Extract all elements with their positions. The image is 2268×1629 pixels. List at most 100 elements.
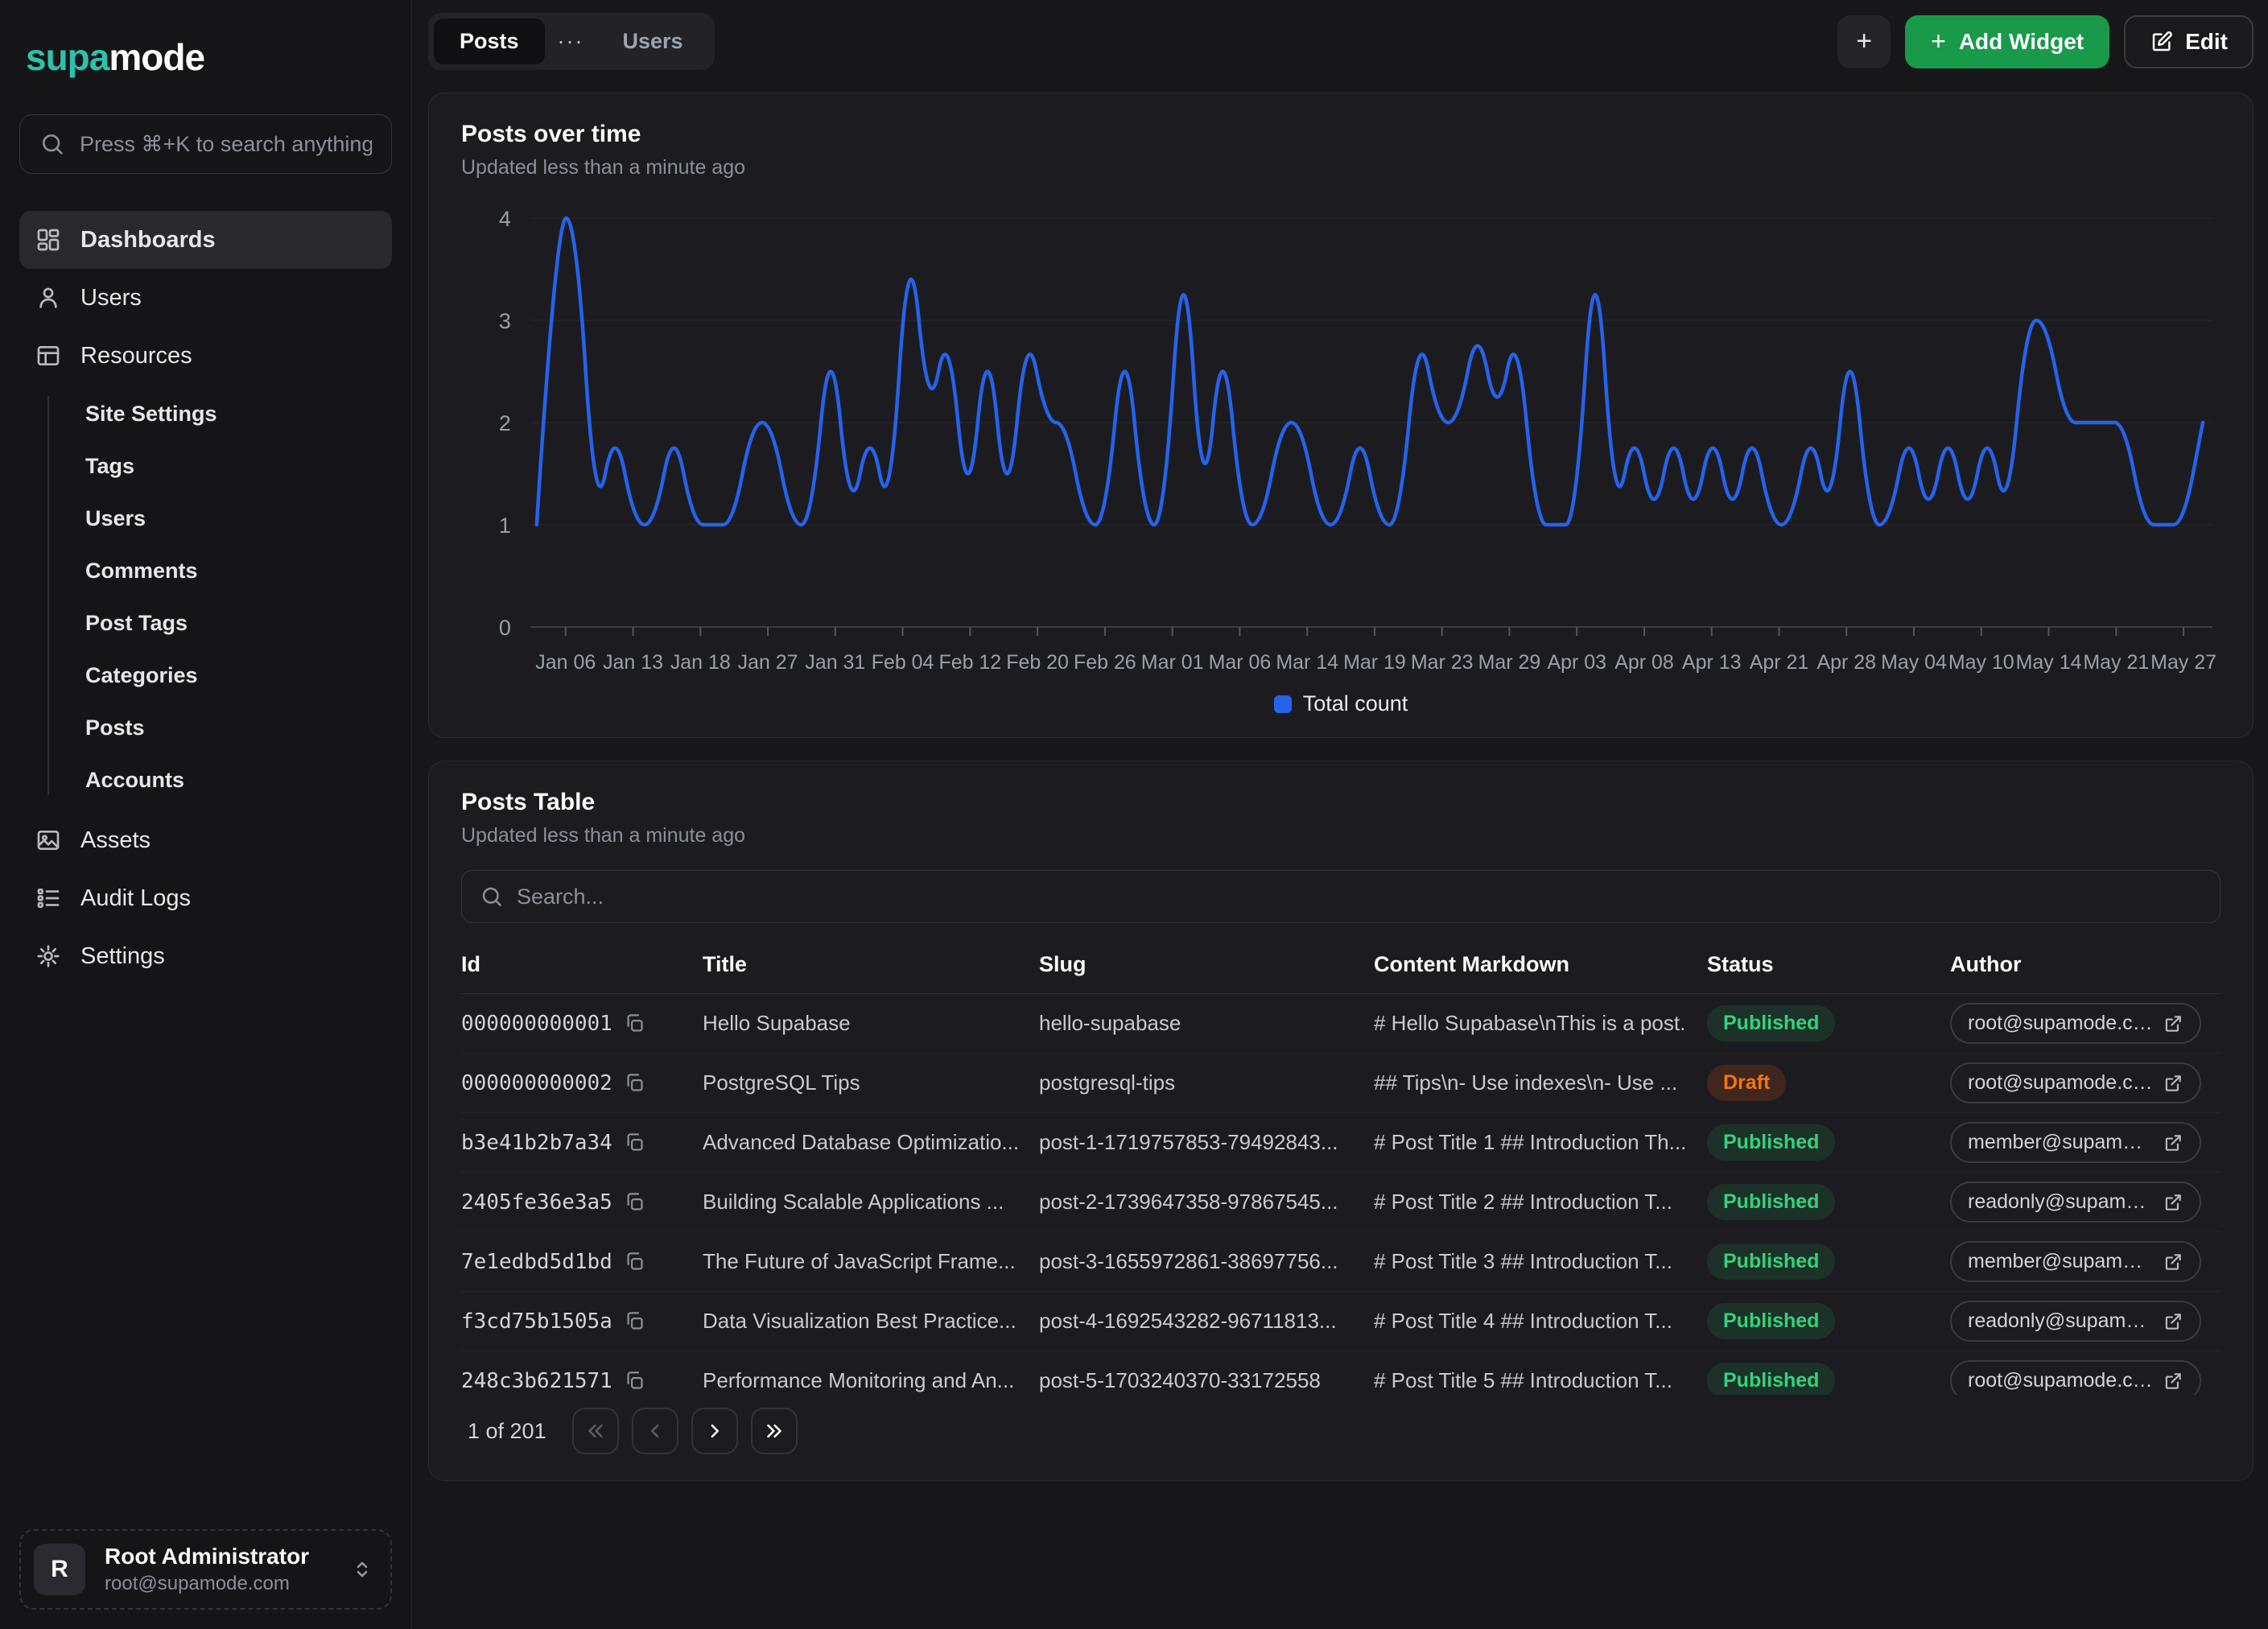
app-logo[interactable]: supamode	[26, 35, 392, 79]
author-link[interactable]: root@supamode.com	[1950, 1003, 2201, 1044]
table-row[interactable]: 2405fe36e3a5Building Scalable Applicatio…	[461, 1173, 2221, 1232]
chevron-right-icon	[703, 1419, 727, 1443]
post-slug: postgresql-tips	[1039, 1070, 1374, 1095]
table-row[interactable]: 000000000001Hello Supabasehello-supabase…	[461, 994, 2221, 1054]
post-status: Published	[1707, 1303, 1950, 1339]
svg-text:Apr 08: Apr 08	[1614, 651, 1674, 674]
column-header-author[interactable]: Author	[1950, 952, 2221, 977]
column-header-content[interactable]: Content Markdown	[1374, 952, 1707, 977]
post-status: Published	[1707, 1243, 1950, 1280]
status-badge: Published	[1707, 1363, 1835, 1395]
copy-icon[interactable]	[624, 1370, 645, 1392]
author-link[interactable]: readonly@supamode.com	[1950, 1301, 2201, 1342]
author-link[interactable]: readonly@supamode.com	[1950, 1182, 2201, 1223]
sidebar-item-assets[interactable]: Assets	[19, 811, 392, 869]
last-page-button[interactable]	[751, 1408, 798, 1454]
external-link-icon	[2163, 1252, 2183, 1272]
sidebar-item-dashboards[interactable]: Dashboards	[19, 211, 392, 269]
new-tab-button[interactable]: +	[1837, 15, 1891, 68]
copy-icon[interactable]	[624, 1191, 645, 1213]
dashboard-tabs: Posts ··· Users	[428, 13, 715, 70]
page-indicator: 1 of 201	[468, 1419, 546, 1444]
column-header-title[interactable]: Title	[703, 952, 1039, 977]
table-search[interactable]	[461, 870, 2221, 923]
sidebar-item-comments[interactable]: Comments	[19, 545, 392, 597]
prev-page-button[interactable]	[632, 1408, 678, 1454]
image-icon	[35, 827, 61, 853]
column-header-status[interactable]: Status	[1707, 952, 1950, 977]
copy-icon[interactable]	[624, 1012, 645, 1034]
copy-icon[interactable]	[624, 1310, 645, 1332]
svg-text:4: 4	[499, 207, 511, 231]
global-search[interactable]	[19, 114, 392, 174]
post-content: # Post Title 2 ## Introduction T...	[1374, 1190, 1707, 1215]
sidebar-item-audit-logs[interactable]: Audit Logs	[19, 869, 392, 927]
svg-text:Feb 04: Feb 04	[872, 651, 934, 674]
author-link[interactable]: root@supamode.com	[1950, 1360, 2201, 1395]
table-title: Posts Table	[461, 789, 2221, 816]
post-title: Data Visualization Best Practice...	[703, 1309, 1039, 1334]
table-icon	[35, 343, 61, 369]
post-id: f3cd75b1505a	[461, 1309, 703, 1334]
table-row[interactable]: 000000000002PostgreSQL Tipspostgresql-ti…	[461, 1054, 2221, 1113]
column-header-slug[interactable]: Slug	[1039, 952, 1374, 977]
avatar: R	[34, 1544, 85, 1595]
svg-text:Mar 14: Mar 14	[1276, 651, 1338, 674]
table-updated-status: Updated less than a minute ago	[461, 824, 2221, 847]
legend-swatch	[1274, 695, 1292, 713]
sidebar-item-site-settings[interactable]: Site Settings	[19, 388, 392, 440]
post-author: root@supamode.com	[1950, 1360, 2221, 1395]
add-widget-button[interactable]: + Add Widget	[1905, 15, 2109, 68]
sidebar-item-users[interactable]: Users	[19, 493, 392, 545]
svg-text:May 10: May 10	[1948, 651, 2014, 674]
edit-button[interactable]: Edit	[2124, 15, 2254, 68]
table-row[interactable]: 248c3b621571Performance Monitoring and A…	[461, 1351, 2221, 1395]
post-content: # Post Title 4 ## Introduction T...	[1374, 1309, 1707, 1334]
copy-icon[interactable]	[624, 1251, 645, 1272]
svg-text:0: 0	[499, 616, 511, 640]
svg-text:Jan 13: Jan 13	[603, 651, 663, 674]
chevrons-right-icon	[762, 1419, 786, 1443]
main-content: Posts ··· Users + + Add Widget Edit Post…	[412, 0, 2268, 1629]
sidebar-item-post-tags[interactable]: Post Tags	[19, 597, 392, 650]
chart-title: Posts over time	[461, 121, 2221, 148]
sidebar-item-users[interactable]: Users	[19, 269, 392, 327]
tab-more-menu[interactable]: ···	[545, 29, 597, 54]
sidebar-item-resources[interactable]: Resources	[19, 327, 392, 385]
author-link[interactable]: member@supamode.com	[1950, 1122, 2201, 1163]
tab-posts[interactable]: Posts	[434, 19, 545, 64]
sidebar-item-categories[interactable]: Categories	[19, 650, 392, 702]
svg-text:Apr 03: Apr 03	[1547, 651, 1606, 674]
sidebar-item-settings[interactable]: Settings	[19, 927, 392, 985]
table-search-input[interactable]	[517, 885, 2202, 909]
tab-users[interactable]: Users	[597, 19, 709, 64]
first-page-button[interactable]	[572, 1408, 619, 1454]
post-id: b3e41b2b7a34	[461, 1131, 703, 1155]
user-profile-menu[interactable]: R Root Administrator root@supamode.com	[19, 1529, 392, 1610]
legend-label: Total count	[1303, 691, 1408, 716]
next-page-button[interactable]	[691, 1408, 738, 1454]
copy-icon[interactable]	[624, 1132, 645, 1153]
dashboard-icon	[35, 227, 61, 253]
author-link[interactable]: member@supamode.com	[1950, 1241, 2201, 1282]
copy-icon[interactable]	[624, 1072, 645, 1094]
sidebar-item-tags[interactable]: Tags	[19, 440, 392, 493]
global-search-input[interactable]	[80, 132, 372, 157]
sidebar-item-posts[interactable]: Posts	[19, 702, 392, 754]
sidebar-item-accounts[interactable]: Accounts	[19, 754, 392, 806]
user-icon	[35, 285, 61, 311]
post-title: Building Scalable Applications ...	[703, 1190, 1039, 1215]
table-row[interactable]: f3cd75b1505aData Visualization Best Prac…	[461, 1292, 2221, 1351]
topbar: Posts ··· Users + + Add Widget Edit	[428, 13, 2254, 70]
post-id: 000000000001	[461, 1012, 703, 1036]
author-link[interactable]: root@supamode.com	[1950, 1062, 2201, 1103]
table-row[interactable]: 7e1edbd5d1bdThe Future of JavaScript Fra…	[461, 1232, 2221, 1292]
post-title: The Future of JavaScript Frame...	[703, 1249, 1039, 1274]
post-title: Hello Supabase	[703, 1011, 1039, 1036]
column-header-id[interactable]: Id	[461, 952, 703, 977]
chevrons-left-icon	[583, 1419, 608, 1443]
sidebar-item-label: Assets	[80, 827, 151, 854]
table-row[interactable]: b3e41b2b7a34Advanced Database Optimizati…	[461, 1113, 2221, 1173]
sidebar: supamode Dashboards Users Resources Site…	[0, 0, 412, 1629]
status-badge: Published	[1707, 1124, 1835, 1161]
